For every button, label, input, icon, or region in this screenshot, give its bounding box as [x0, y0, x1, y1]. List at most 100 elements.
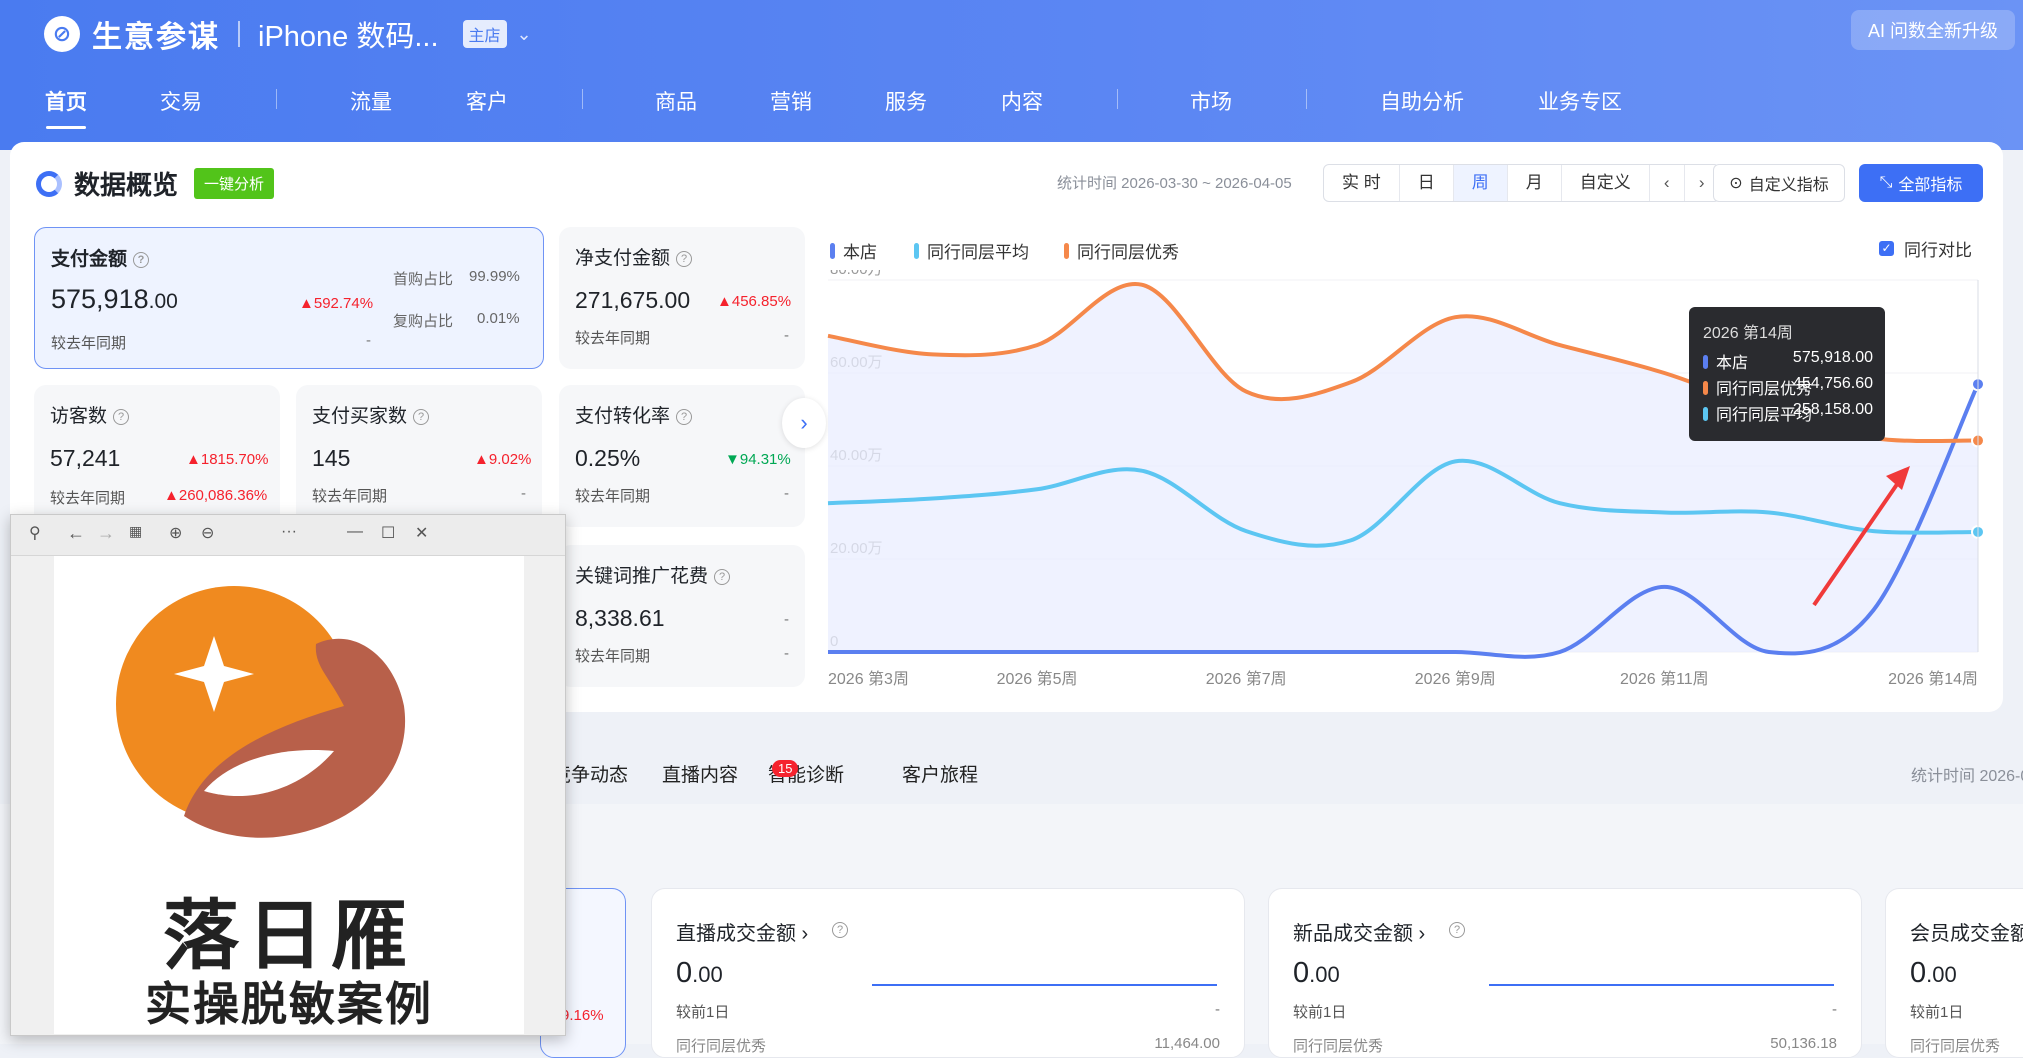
- nav-business[interactable]: 业务专区: [1538, 86, 1622, 116]
- grid-icon[interactable]: ▦: [129, 523, 142, 540]
- metric-keyword-spend[interactable]: 关键词推广花费? 8,338.61 - 较去年同期 -: [559, 545, 805, 687]
- metric-value: 145: [312, 445, 351, 471]
- zoom-out-icon[interactable]: ⊖: [201, 523, 214, 543]
- nav-marketing[interactable]: 营销: [770, 86, 812, 116]
- viewer-toolbar: ⚲ ← → ▦ ⊕ ⊖ ··· — ☐ ✕: [11, 515, 565, 556]
- expand-icon: ⤡: [1879, 174, 1893, 191]
- metric-label: 净支付金额?: [575, 243, 693, 270]
- shop-tag: 主店: [462, 20, 507, 48]
- close-icon[interactable]: ✕: [415, 523, 428, 543]
- minimize-icon[interactable]: —: [347, 523, 363, 541]
- analyze-badge[interactable]: 一键分析: [194, 168, 275, 199]
- tab-live[interactable]: 直播内容: [662, 760, 738, 787]
- metric-pay-amount[interactable]: 支付金额? 575,918.00 ▲592.74% 首购占比 99.99% 复购…: [34, 227, 544, 369]
- card-title: 新品成交金额 ›: [1293, 923, 1426, 945]
- metric-net-pay[interactable]: 净支付金额? 271,675.00 ▲456.85% 较去年同期 -: [559, 227, 805, 369]
- metric-visitors[interactable]: 访客数? 57,241 ▲1815.70% 较去年同期 ▲260,086.36%: [34, 385, 280, 527]
- arrow-left-icon[interactable]: ←: [67, 523, 85, 544]
- compare-label: 较前1日: [1910, 1004, 1964, 1021]
- compare-value: -: [784, 645, 789, 662]
- arrow-right-icon[interactable]: →: [97, 523, 115, 544]
- period-week[interactable]: 周: [1453, 165, 1508, 201]
- compare-value: -: [784, 327, 789, 344]
- x-tick-label: 2026 第11周: [1620, 670, 1709, 688]
- overview-icon: [36, 170, 62, 197]
- custom-metric-button[interactable]: ⊙ 自定义指标: [1713, 164, 1845, 202]
- metric-buyers[interactable]: 支付买家数? 145 ▲9.02% 较去年同期 -: [296, 385, 542, 527]
- more-icon[interactable]: ···: [281, 523, 297, 541]
- metric-change: ▲592.74%: [299, 295, 374, 312]
- chevron-left-icon[interactable]: ‹: [1650, 165, 1685, 201]
- chevron-down-icon[interactable]: ⌄: [517, 24, 532, 45]
- repeat-buy-label: 复购占比: [393, 313, 454, 330]
- member-card[interactable]: 会员成交金额 0.00 较前1日 同行同层优秀: [1885, 888, 2023, 1058]
- stat-time: 统计时间 2026-03-30 ~ 2026-04-05: [1057, 175, 1292, 192]
- help-icon: ?: [113, 409, 130, 425]
- new-product-card[interactable]: 新品成交金额 ›? 0.00 较前1日 - 同行同层优秀 50,136.18: [1268, 888, 1862, 1058]
- nav-self-analysis[interactable]: 自助分析: [1380, 86, 1464, 116]
- compare-value: -: [784, 485, 789, 502]
- metric-value: 575,918.00: [51, 284, 178, 314]
- nav-content[interactable]: 内容: [1001, 86, 1043, 116]
- legend-store[interactable]: 本店: [830, 238, 877, 263]
- period-custom[interactable]: 自定义: [1562, 165, 1650, 201]
- repeat-buy-value: 0.01%: [477, 310, 520, 327]
- nav-customer[interactable]: 客户: [466, 86, 508, 116]
- compare-label: 较前1日: [1293, 1004, 1347, 1021]
- first-buy-value: 99.99%: [469, 268, 520, 285]
- help-icon: ?: [714, 569, 731, 585]
- metric-change-yoy: ▲260,086.36%: [164, 487, 268, 504]
- nav-product[interactable]: 商品: [655, 86, 697, 116]
- sparkline: [872, 984, 1217, 986]
- nav-traffic[interactable]: 流量: [350, 86, 392, 116]
- all-metrics-label: 全部指标: [1898, 177, 1963, 194]
- metric-label: 关键词推广花费?: [575, 561, 731, 588]
- period-day[interactable]: 日: [1400, 165, 1454, 201]
- metric-change: ▲1815.70%: [186, 451, 269, 468]
- tooltip-row: 同行同层优秀 454,756.60: [1703, 375, 1873, 399]
- shop-name[interactable]: iPhone 数码...: [258, 13, 439, 55]
- image-viewer-window[interactable]: ⚲ ← → ▦ ⊕ ⊖ ··· — ☐ ✕ 落日雁 实操脱敏案例: [10, 514, 566, 1036]
- compare-label: 较去年同期: [575, 330, 651, 347]
- ai-upgrade-button[interactable]: AI 问数全新升级: [1851, 10, 2015, 50]
- checkbox-icon: ✓: [1879, 241, 1894, 256]
- overview-header: 数据概览 一键分析: [36, 165, 275, 202]
- logo-emblem: [116, 586, 406, 838]
- all-metrics-button[interactable]: ⤡ 全部指标: [1859, 164, 1983, 202]
- compare-label: 较去年同期: [50, 490, 126, 507]
- legend-avg[interactable]: 同行同层平均: [914, 238, 1029, 263]
- help-icon: ?: [1449, 922, 1465, 938]
- metric-conversion[interactable]: 支付转化率? 0.25% ▼94.31% 较去年同期 -: [559, 385, 805, 527]
- compare-label: 较去年同期: [312, 488, 388, 505]
- compare-toggle[interactable]: ✓ 同行对比: [1879, 236, 1972, 261]
- legend-excellent[interactable]: 同行同层优秀: [1064, 238, 1179, 263]
- footer-label: 同行同层优秀: [1293, 1038, 1384, 1055]
- nav-active-underline: [46, 126, 86, 129]
- tab-journey[interactable]: 客户旅程: [902, 760, 978, 787]
- metric-change: ▲9.02%: [474, 451, 532, 468]
- tooltip-row: 本店 575,918.00: [1703, 349, 1873, 373]
- metric-value: 271,675.00: [575, 287, 691, 313]
- compare-label: 较去年同期: [51, 335, 127, 352]
- brand-divider: [238, 21, 240, 47]
- zoom-in-icon[interactable]: ⊕: [169, 523, 182, 543]
- nav-service[interactable]: 服务: [885, 86, 927, 116]
- period-month[interactable]: 月: [1508, 165, 1562, 201]
- x-tick-label: 2026 第5周: [997, 670, 1078, 688]
- nav-market[interactable]: 市场: [1190, 86, 1232, 116]
- maximize-icon[interactable]: ☐: [381, 523, 395, 543]
- metric-label: 支付金额?: [51, 244, 150, 271]
- live-deal-card[interactable]: 直播成交金额 ›? 0.00 较前1日 - 同行同层优秀 11,464.00: [651, 888, 1245, 1058]
- metric-label: 访客数?: [50, 401, 130, 428]
- nav-trade[interactable]: 交易: [160, 86, 202, 116]
- period-realtime[interactable]: 实 时: [1324, 165, 1400, 201]
- legend-marker: [1064, 242, 1069, 259]
- chart-tooltip: 2026 第14周 本店 575,918.00 同行同层优秀 454,756.60 …: [1689, 307, 1885, 441]
- metric-value: 8,338.61: [575, 605, 665, 631]
- metric-value: 0.25%: [575, 445, 641, 471]
- pin-icon[interactable]: ⚲: [29, 523, 41, 543]
- nav-home[interactable]: 首页: [45, 86, 87, 116]
- logo-subtitle: 实操脱敏案例: [145, 978, 433, 1030]
- legend-marker: [914, 242, 919, 259]
- compare-value: -: [1215, 1001, 1220, 1018]
